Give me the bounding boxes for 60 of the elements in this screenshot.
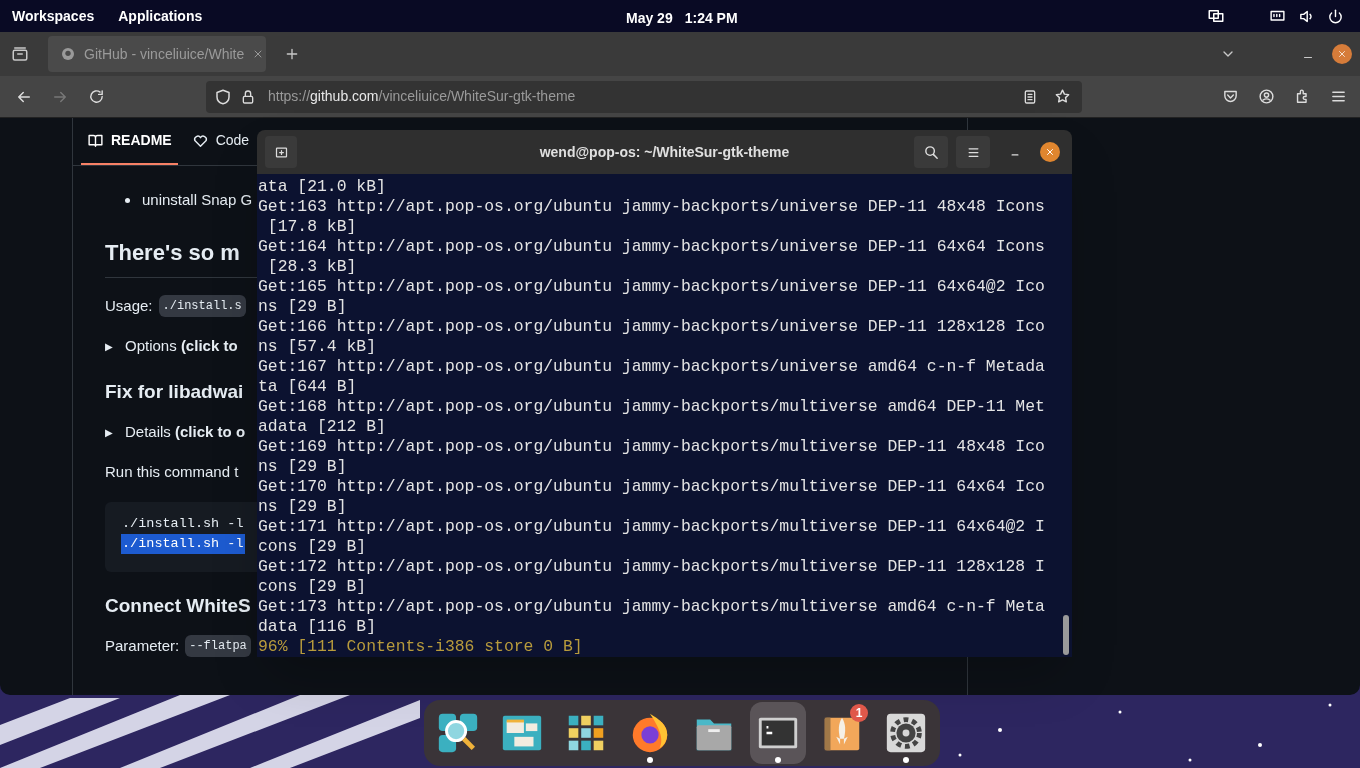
terminal-line: Get:167 http://apt.pop-os.org/ubuntu jammy-backports/universe amd64 c-n-f Metada <box>258 357 1045 376</box>
panel-menu[interactable]: Applications <box>118 5 203 27</box>
inline-code: --flatpa <box>185 635 251 657</box>
terminal-line: Get:170 http://apt.pop-os.org/ubuntu jammy-backports/multiverse DEP-11 64x64 Ico <box>258 477 1045 496</box>
terminal-line: Get:165 http://apt.pop-os.org/ubuntu jammy-backports/universe DEP-11 64x64@2 Ico <box>258 277 1045 296</box>
terminal-line: adata [212 B] <box>258 417 386 436</box>
terminal-line: [28.3 kB] <box>266 257 357 276</box>
terminal-line: Get:169 http://apt.pop-os.org/ubuntu jammy-backports/multiverse DEP-11 48x48 Ico <box>258 437 1045 456</box>
window-title: wend@pop-os: ~/WhiteSur-gtk-theme <box>539 142 790 162</box>
terminal-line: [17.8 kB] <box>266 217 357 236</box>
terminal-line: Get:168 http://apt.pop-os.org/ubuntu jammy-backports/multiverse amd64 DEP-11 Met <box>258 397 1045 416</box>
readme-tab[interactable]: README <box>81 117 178 165</box>
disclosure-triangle[interactable]: ▶ <box>105 424 113 440</box>
search-icon[interactable] <box>914 136 948 168</box>
terminal-line: Get:173 http://apt.pop-os.org/ubuntu jammy-backports/multiverse amd64 c-n-f Meta <box>258 597 1045 616</box>
dock-button[interactable]: 1 <box>814 702 870 764</box>
heading: Fix for libadwai <box>105 379 244 404</box>
heading: There's so m <box>105 239 240 267</box>
details-summary[interactable]: Options (click to <box>125 334 238 358</box>
inline-code: ./install.s <box>158 295 246 317</box>
close-icon[interactable] <box>1332 44 1352 64</box>
terminal-line: ns [29 B] <box>258 457 347 476</box>
display-icon[interactable] <box>1207 7 1225 25</box>
scrollbar-thumb[interactable] <box>1063 615 1069 655</box>
date-text: May 29 <box>626 9 673 28</box>
menu-icon[interactable] <box>956 136 990 168</box>
terminal-line: ns [29 B] <box>258 297 347 316</box>
time-text: 1:24 PM <box>684 9 738 28</box>
notification-badge: 1 <box>850 704 868 722</box>
terminal-line: cons [29 B] <box>258 577 367 596</box>
dock-button[interactable] <box>750 702 806 764</box>
close-icon[interactable] <box>1040 142 1060 162</box>
power-icon[interactable] <box>1327 7 1344 25</box>
disclosure-triangle[interactable]: ▶ <box>105 338 113 354</box>
terminal-line: Get:172 http://apt.pop-os.org/ubuntu jammy-backports/multiverse DEP-11 128x128 I <box>258 557 1045 576</box>
url-text: https://github.com/vinceliuice/WhiteSur-gtk-theme <box>268 87 576 106</box>
terminal-line: Get:166 http://apt.pop-os.org/ubuntu jammy-backports/universe DEP-11 128x128 Ico <box>258 317 1045 336</box>
terminal-line: Get:171 http://apt.pop-os.org/ubuntu jammy-backports/multiverse DEP-11 64x64@2 I <box>258 517 1045 536</box>
terminal-line: ata [21.0 kB] <box>258 177 386 196</box>
new-tab-icon[interactable] <box>265 136 297 168</box>
label-text: Usage: <box>105 295 153 316</box>
details-summary[interactable]: Details (click to o <box>125 420 246 444</box>
terminal-line: ta [644 B] <box>258 377 357 396</box>
address-bar[interactable]: https://github.com/vinceliuice/WhiteSur-gtk-theme <box>206 80 1082 113</box>
shield-icon <box>214 87 232 106</box>
list-item-text: uninstall Snap G <box>142 189 253 210</box>
progress-text: 96% [111 Contents-i386 store 0 B] <box>258 637 583 656</box>
terminal-line: cons [29 B] <box>258 537 367 556</box>
heading: Connect WhiteS <box>105 593 251 618</box>
panel-menu[interactable]: Workspaces <box>12 5 95 27</box>
label-text: Parameter: <box>105 635 180 656</box>
terminal-line: ns [57.4 kB] <box>258 337 377 356</box>
terminal-line: ns [29 B] <box>258 497 347 516</box>
readme-tab[interactable]: Code <box>185 117 250 165</box>
terminal-line: data [116 B] <box>258 617 377 636</box>
terminal-line: Get:164 http://apt.pop-os.org/ubuntu jammy-backports/universe DEP-11 64x64 Icons <box>258 237 1045 256</box>
code-line: ./install.sh -l <box>121 515 245 533</box>
lock-icon <box>240 88 256 105</box>
terminal-line: Get:163 http://apt.pop-os.org/ubuntu jammy-backports/universe DEP-11 48x48 Icons <box>258 197 1045 216</box>
paragraph: Run this command t <box>105 461 239 482</box>
